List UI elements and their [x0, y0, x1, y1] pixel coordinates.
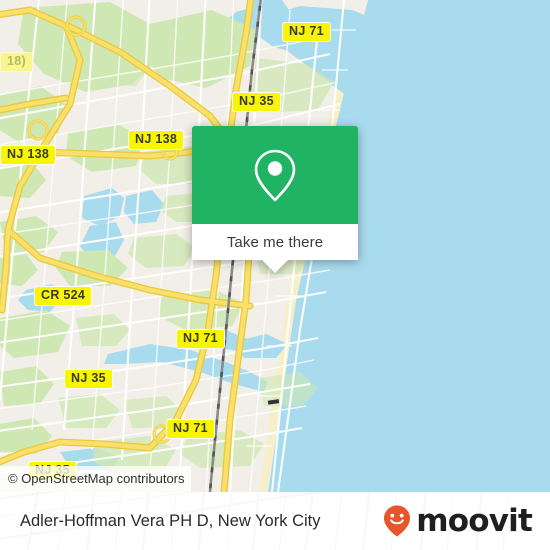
map-viewport[interactable]: 18) NJ 71 NJ 35 NJ 138 NJ 138 CR 524 NJ 71 NJ 3…	[0, 0, 550, 492]
moovit-logo[interactable]: moovit	[382, 502, 533, 539]
popup-pin-panel	[192, 126, 358, 224]
place-popup-card[interactable]: Take me there	[192, 126, 358, 273]
road-shield: NJ 35	[64, 369, 113, 389]
take-me-there-button[interactable]: Take me there	[192, 224, 358, 260]
road-shield: NJ 35	[232, 92, 281, 112]
map-screenshot: 18) NJ 71 NJ 35 NJ 138 NJ 138 CR 524 NJ 71 NJ 3…	[0, 0, 550, 550]
road-shield: NJ 71	[166, 419, 215, 439]
take-me-there-label: Take me there	[226, 233, 324, 251]
footer-bar: Adler-Hoffman Vera PH D, New York City m…	[0, 492, 550, 550]
road-shield: NJ 71	[176, 329, 225, 349]
road-shield: NJ 71	[282, 22, 331, 42]
osm-attribution[interactable]: © OpenStreetMap contributors	[0, 466, 191, 492]
popup-pointer	[262, 260, 288, 273]
road-shield: NJ 138	[128, 130, 185, 150]
place-title: Adler-Hoffman Vera PH D, New York City	[20, 511, 321, 530]
road-shield: NJ 138	[0, 145, 57, 165]
road-shield: 18)	[0, 52, 33, 72]
road-shield: CR 524	[34, 286, 93, 306]
location-pin-icon	[254, 149, 296, 202]
moovit-wordmark: moovit	[416, 502, 533, 539]
moovit-smiley-pin-icon	[384, 505, 411, 537]
